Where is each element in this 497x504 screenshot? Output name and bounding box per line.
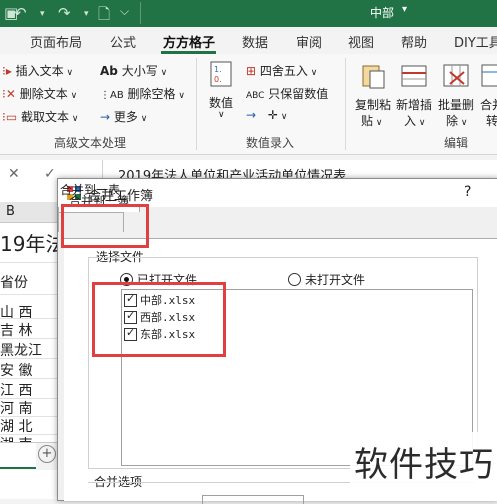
extra-number-buttons[interactable]: → ✛ ∨: [246, 108, 287, 122]
tab-page-layout[interactable]: 页面布局: [30, 32, 82, 51]
text-group-label: 高级文本处理: [54, 136, 127, 150]
insert-new-icon: [400, 62, 428, 90]
tab-formulas[interactable]: 公式: [110, 32, 136, 51]
highlight-tab: [61, 204, 149, 248]
merge-button[interactable]: 合并: [480, 96, 497, 113]
plus-icon: ✛: [267, 108, 278, 122]
delete-spaces-icon: ⋮AB: [100, 90, 124, 101]
value-button[interactable]: 数值: [209, 94, 233, 111]
cancel-icon[interactable]: ✕: [8, 166, 20, 182]
tab-review[interactable]: 审阅: [296, 32, 322, 51]
undo-icon[interactable]: ↶: [14, 4, 27, 22]
arrow-right-icon-2: →: [246, 108, 257, 122]
province-cell[interactable]: 安 徽: [0, 360, 58, 380]
column-header-b[interactable]: B: [6, 204, 15, 219]
delete-spaces-button[interactable]: ⋮AB 删除空格 ∨: [100, 85, 185, 102]
more-button[interactable]: → 更多 ∨: [100, 108, 147, 125]
redo-dropdown-icon[interactable]: ▾: [84, 9, 89, 19]
title-cell[interactable]: 19年法: [0, 228, 58, 257]
extract-text-icon: ⁝▭: [2, 110, 18, 124]
insert-text-icon: ⁝▸: [2, 64, 12, 78]
extract-text-button[interactable]: ⁝▭ 截取文本 ∨: [2, 108, 78, 125]
sheet-tab[interactable]: [0, 443, 36, 469]
insert-new-button[interactable]: 新增插: [396, 96, 432, 113]
ribbon: ⁝▸ 插入文本 ∨ ⁝✕ 删除文本 ∨ ⁝▭ 截取文本 ∨ Ab 大小写 ∨ ⋮…: [0, 54, 497, 155]
radio-unopened-files-label: 未打开文件: [305, 273, 366, 287]
keep-value-icon: ABC: [246, 91, 265, 101]
province-cell[interactable]: 吉 林: [0, 320, 58, 340]
number-group-label: 数值录入: [246, 136, 295, 150]
redo-icon[interactable]: ↷: [58, 4, 71, 22]
svg-text:0.: 0.: [214, 75, 222, 84]
ribbon-tabs: 页面布局 公式 方方格子 数据 审阅 视图 帮助 DIY工具: [0, 27, 497, 54]
province-cell[interactable]: 黑龙江: [0, 340, 58, 360]
delete-text-icon: ⁝✕: [2, 87, 16, 101]
file-name: 中部: [370, 6, 395, 20]
watermark: 软件技巧: [350, 432, 497, 485]
case-button[interactable]: Ab 大小写 ∨: [100, 62, 167, 79]
new-document-icon[interactable]: 🗋: [98, 4, 110, 29]
delete-text-button[interactable]: ⁝✕ 删除文本 ∨: [2, 85, 77, 102]
enter-icon[interactable]: ✓: [44, 166, 56, 182]
svg-text:1.: 1.: [214, 65, 222, 74]
radio-unopened-files[interactable]: [288, 273, 301, 286]
province-cell[interactable]: 河 南: [0, 398, 58, 418]
highlight-file-list: [92, 282, 226, 357]
keep-value-button[interactable]: ABC 只保留数值: [246, 85, 328, 102]
tab-data[interactable]: 数据: [242, 32, 268, 51]
province-cell[interactable]: 江 西: [0, 380, 58, 400]
province-cell[interactable]: 湖 北: [0, 416, 58, 436]
sheet-tab-bar: +: [0, 442, 58, 470]
edit-group-label: 编辑: [444, 136, 469, 150]
title-bar: ▣ ↶ ▾ ↷ ▾ 🗋 ⌵ 中部 ▾: [0, 0, 497, 27]
province-cell[interactable]: 山 西: [0, 302, 58, 322]
tab-fangfang-gezi[interactable]: 方方格子: [163, 32, 215, 51]
round-icon: ⊞: [246, 64, 257, 78]
tab-diy-tools[interactable]: DIY工具: [454, 32, 497, 51]
tab-view[interactable]: 视图: [348, 32, 374, 51]
add-sheet-icon[interactable]: +: [38, 445, 56, 463]
merge-icon: [480, 62, 497, 90]
tab-help[interactable]: 帮助: [401, 32, 427, 51]
province-cell[interactable]: 湖 南: [0, 434, 58, 442]
customize-toolbar-icon[interactable]: ⌵: [120, 4, 129, 19]
round-button[interactable]: ⊞ 四舍五入 ∨: [246, 62, 317, 79]
arrow-right-icon: →: [100, 110, 111, 124]
file-name-dropdown-icon[interactable]: ▾: [402, 4, 407, 15]
copy-paste-icon: [360, 62, 388, 90]
value-dropdown-icon[interactable]: ∨: [218, 110, 225, 120]
insert-text-button[interactable]: ⁝▸ 插入文本 ∨: [2, 62, 73, 79]
number-icon: 1. 0.: [208, 60, 236, 88]
batch-delete-icon: [442, 62, 470, 90]
undo-dropdown-icon[interactable]: ▾: [40, 9, 45, 19]
help-button[interactable]: ?: [464, 184, 471, 200]
header-cell-province[interactable]: 省份: [0, 272, 58, 292]
batch-delete-button[interactable]: 批量删: [438, 96, 474, 113]
copy-paste-button[interactable]: 复制粘: [355, 96, 391, 113]
merge-options-field[interactable]: [202, 495, 304, 504]
case-icon: Ab: [100, 64, 118, 78]
